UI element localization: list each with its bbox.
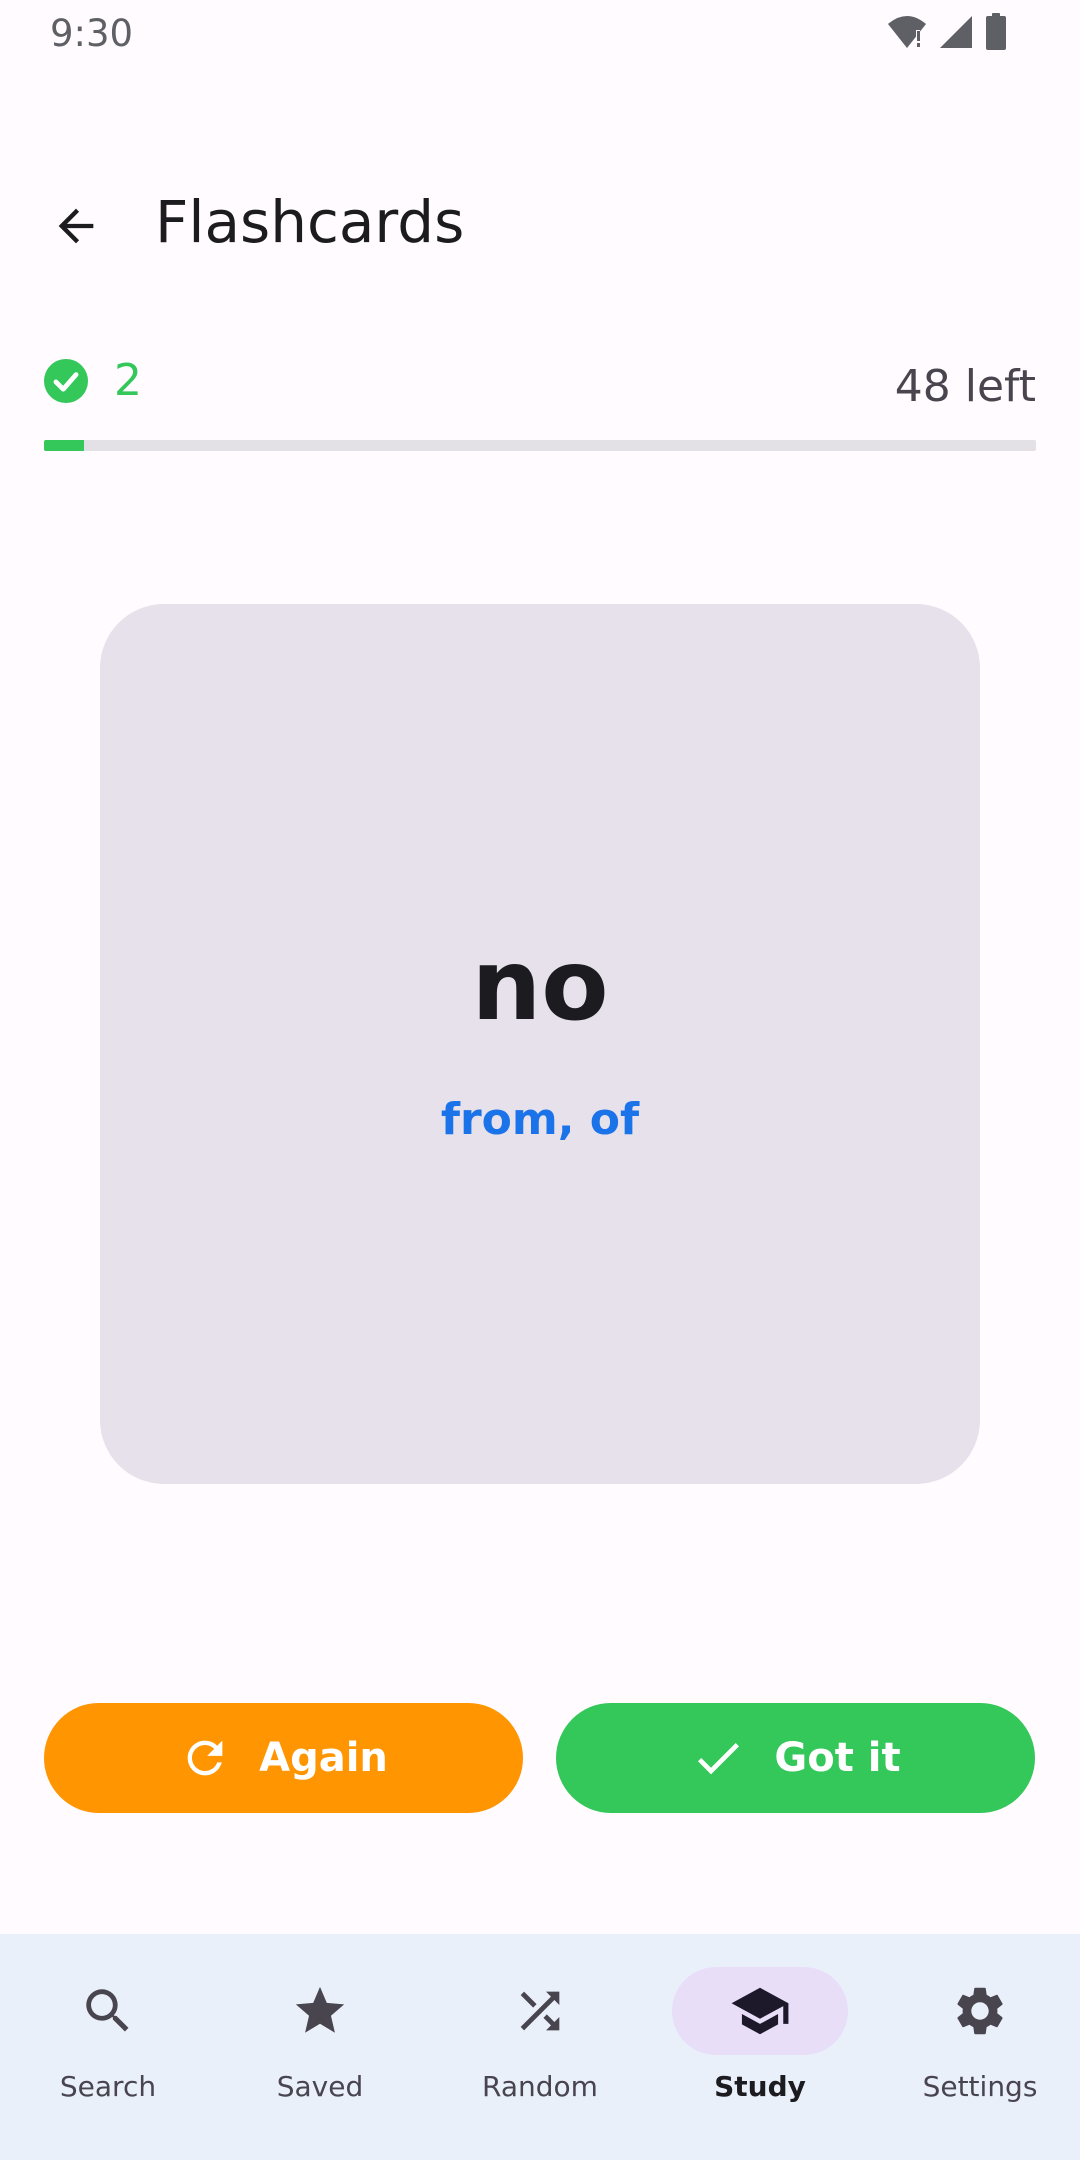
remaining-count: 48 left (894, 361, 1036, 412)
nav-label-saved: Saved (276, 2070, 364, 2103)
status-icons (886, 12, 1008, 52)
known-count-value: 2 (114, 355, 142, 406)
wifi-icon (888, 16, 926, 48)
again-button[interactable]: Again (44, 1703, 523, 1813)
app-bar: Flashcards (0, 150, 1080, 290)
nav-label-settings: Settings (922, 2070, 1038, 2103)
nav-item-study[interactable]: Study (652, 1934, 868, 2160)
graduation-cap-icon (731, 1987, 789, 2035)
nav-label-study: Study (714, 2070, 806, 2103)
nav-item-search[interactable]: Search (0, 1934, 216, 2160)
shuffle-icon (520, 1991, 560, 2031)
check-circle-icon (44, 358, 88, 403)
star-icon (295, 1986, 345, 2033)
progress-bar-fill (44, 440, 84, 451)
progress-header: 2 48 left (44, 355, 1036, 415)
flashcard[interactable]: no from, of (100, 604, 980, 1484)
bottom-navigation: Search Saved Random Study Settings (0, 1934, 1080, 2160)
nav-active-indicator (672, 1967, 848, 2055)
battery-icon (986, 13, 1006, 50)
arrow-back-icon (58, 208, 94, 244)
again-button-label: Again (259, 1735, 388, 1781)
gear-icon (957, 1987, 1003, 2035)
status-time: 9:30 (50, 12, 134, 55)
check-icon (698, 1743, 740, 1775)
search-icon (86, 1989, 129, 2032)
nav-label-random: Random (482, 2070, 598, 2103)
refresh-icon (187, 1740, 223, 1776)
status-bar: 9:30 (0, 0, 1080, 68)
nav-label-search: Search (59, 2070, 157, 2103)
got-it-button[interactable]: Got it (556, 1703, 1035, 1813)
got-it-button-label: Got it (774, 1735, 901, 1781)
known-count: 2 (44, 355, 142, 406)
nav-item-random[interactable]: Random (432, 1934, 648, 2160)
signal-icon (940, 16, 972, 48)
back-button[interactable] (34, 184, 118, 268)
progress-bar (44, 440, 1036, 451)
card-meaning: from, of (440, 1094, 640, 1145)
card-word: no (471, 929, 609, 1043)
nav-item-settings[interactable]: Settings (872, 1934, 1080, 2160)
page-title: Flashcards (155, 188, 465, 256)
nav-item-saved[interactable]: Saved (212, 1934, 428, 2160)
